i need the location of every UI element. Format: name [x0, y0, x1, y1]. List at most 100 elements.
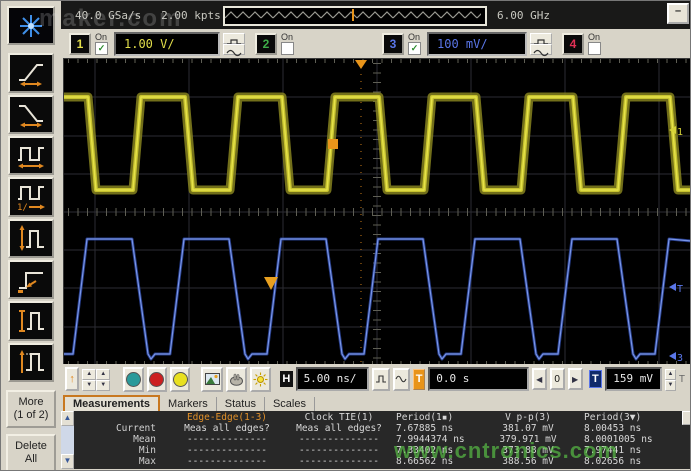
tab-markers[interactable]: Markers	[160, 397, 217, 411]
delay-right-button[interactable]: ▶	[568, 368, 583, 390]
marker-up-button[interactable]: ↑	[65, 367, 79, 391]
cell: --------------	[292, 445, 386, 456]
minimize-button[interactable]: –	[667, 3, 689, 24]
touch-button[interactable]	[226, 367, 247, 392]
channel-3-on-label: On	[408, 33, 420, 42]
table-row-mean: Mean -------------- -------------- 7.994…	[74, 434, 682, 445]
measure-v-pp-button[interactable]	[8, 301, 54, 340]
tab-scales[interactable]: Scales	[265, 397, 315, 411]
timebase-decrease-button[interactable]	[372, 368, 389, 391]
measure-rise-time-button[interactable]	[8, 53, 54, 92]
scroll-down-icon[interactable]: ▼	[61, 454, 74, 469]
cell: 8.0001005 ns	[574, 434, 668, 445]
tab-status[interactable]: Status	[217, 397, 265, 411]
measure-period-button[interactable]	[8, 136, 54, 175]
channel-2-checkbox[interactable]	[281, 42, 294, 55]
cell: 379.971 mV	[482, 434, 574, 445]
cell: 381.07 mV	[482, 423, 574, 434]
channel-3-sine-button[interactable]	[530, 44, 552, 55]
channel-3-checkbox[interactable]: ✓	[408, 42, 421, 55]
trigger-level-display[interactable]: 159 mV	[605, 367, 662, 391]
cell: 8.00453 ns	[574, 423, 668, 434]
channel-3-pulse-button[interactable]	[530, 33, 552, 44]
timebase-display[interactable]: 5.00 ns/	[296, 367, 370, 391]
spin-up-icon[interactable]: ▲	[96, 369, 110, 380]
results-tabs: Measurements Markers Status Scales	[61, 394, 691, 411]
channel-3-ground-marker-icon[interactable]	[669, 352, 676, 360]
delay-zero-button[interactable]: 0	[550, 368, 565, 390]
coarse-spinner[interactable]: ▲ ▼	[82, 369, 96, 389]
table-scrollbar-left[interactable]: ▲ ▼	[61, 411, 74, 469]
channel-2-on-label: On	[281, 33, 293, 42]
col-vpp-3: V p-p(3)	[482, 412, 574, 423]
screen-capture-button[interactable]	[201, 367, 222, 392]
channel-1-scale-display[interactable]: 1.00 V/	[114, 32, 220, 56]
scroll-up-icon[interactable]: ▲	[61, 411, 74, 426]
yellow-circle-icon	[173, 372, 188, 387]
trigger-level-marker-icon[interactable]	[669, 283, 676, 291]
brightness-button[interactable]	[250, 367, 271, 392]
delete-button-line1: Delete	[8, 440, 54, 453]
rise-time-icon	[16, 58, 46, 88]
spin-down-icon[interactable]: ▼	[82, 380, 96, 391]
measure-frequency-button[interactable]: 1/	[8, 177, 54, 216]
measure-edge-time-button[interactable]	[8, 260, 54, 299]
v-amplitude-icon	[16, 347, 46, 377]
trigger-level-spinner[interactable]: ▲ ▼	[665, 369, 676, 389]
fall-time-icon	[16, 99, 46, 129]
logo-button[interactable]	[7, 6, 55, 45]
delete-all-button[interactable]: Delete All	[6, 434, 56, 471]
trigger-level-badge[interactable]: T	[589, 370, 603, 388]
cell: Meas all edges?	[292, 423, 386, 434]
cell: --------------	[292, 456, 386, 467]
yellow-marker-button[interactable]	[170, 367, 190, 392]
timebase-preview-bar[interactable]	[223, 6, 487, 26]
channel-1-pulse-button[interactable]	[223, 33, 245, 44]
col-clock-tie: Clock TIE(1)	[292, 412, 386, 423]
bandwidth-readout: 6.00 GHz	[497, 9, 550, 22]
waveform-display[interactable]: 1 T 3	[63, 58, 691, 366]
channel-4-on-label: On	[588, 33, 600, 42]
scope-canvas: 1 T 3	[64, 59, 691, 365]
table-scrollbar-right[interactable]	[682, 411, 691, 469]
measure-v-amplitude-button[interactable]	[8, 343, 54, 382]
channel-1-checkbox[interactable]: ✓	[95, 42, 108, 55]
delay-left-button[interactable]: ◀	[532, 368, 547, 390]
v-pp-icon	[16, 306, 46, 336]
horizontal-toolbar: ↑ ▲ ▼ ▲ ▼	[61, 364, 691, 394]
sun-icon	[253, 372, 268, 387]
spin-down-icon[interactable]: ▼	[665, 380, 676, 391]
spin-up-icon[interactable]: ▲	[665, 369, 676, 380]
photo-icon	[205, 373, 220, 385]
channel-3-button[interactable]: 3	[382, 33, 404, 55]
channel-4-button[interactable]: 4	[562, 33, 584, 55]
trigger-time-marker-icon[interactable]	[355, 60, 367, 69]
trigger-badge[interactable]: T	[413, 369, 425, 390]
measure-v-min-button[interactable]	[8, 219, 54, 258]
channel-3-scale-display[interactable]: 100 mV/	[427, 32, 527, 56]
teal-marker-button[interactable]	[123, 367, 143, 392]
cell: --------------	[162, 434, 292, 445]
spin-down-icon[interactable]: ▼	[96, 380, 110, 391]
row-label: Current	[74, 423, 162, 434]
channel-4-checkbox[interactable]	[588, 42, 601, 55]
measurement-marker-square-icon[interactable]	[328, 139, 338, 149]
timebase-increase-button[interactable]	[393, 368, 410, 391]
col-period-3: Period(3▼)	[574, 412, 668, 423]
channel-1-button[interactable]: 1	[69, 33, 91, 55]
channel-1-sine-button[interactable]	[223, 44, 245, 55]
delete-button-line2: All	[8, 453, 54, 466]
channel-2-button[interactable]: 2	[255, 33, 277, 55]
channel-3-coupling-buttons	[530, 33, 552, 55]
delay-display[interactable]: 0.0 s	[428, 367, 528, 391]
spin-up-icon[interactable]: ▲	[82, 369, 96, 380]
sample-rate: 40.0 GSa/s	[75, 9, 141, 22]
starburst-logo-icon	[18, 13, 44, 39]
measure-fall-time-button[interactable]	[8, 95, 54, 134]
red-marker-button[interactable]	[147, 367, 167, 392]
scroll-thumb[interactable]	[682, 411, 691, 425]
fine-spinner[interactable]: ▲ ▼	[96, 369, 110, 389]
tab-measurements[interactable]: Measurements	[63, 395, 160, 411]
channel-bar: 1 On ✓ 1.00 V/ 2 On 3 On ✓ 100 mV/	[61, 29, 691, 58]
more-measurements-button[interactable]: More (1 of 2)	[6, 390, 56, 428]
